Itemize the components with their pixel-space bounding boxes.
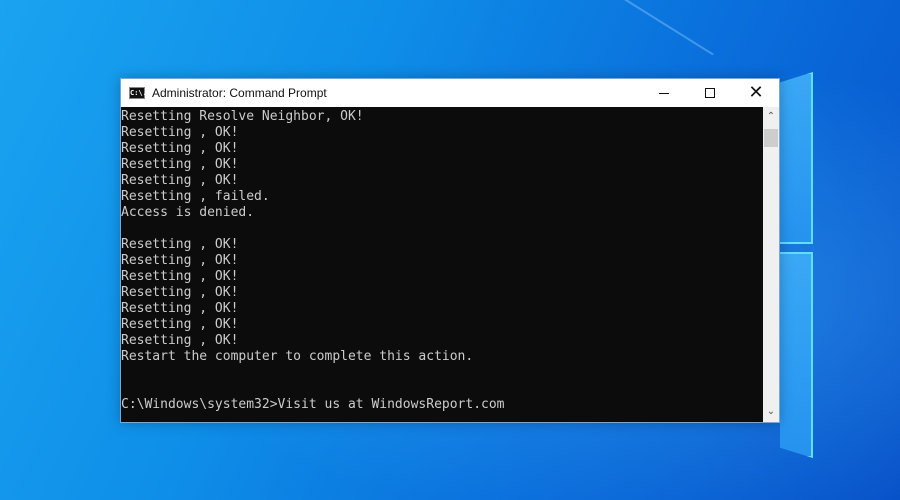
console-line: Resetting , OK! [121,253,239,268]
console-line: Resetting , OK! [121,269,239,284]
light-ray [560,0,714,56]
console-line: Resetting , failed. [121,189,270,204]
windows-logo [780,70,815,462]
console-line: Resetting , OK! [121,301,239,316]
scroll-down-button[interactable]: ⌄ [763,404,779,420]
window-controls: ✕ [641,79,779,107]
command-prompt-window[interactable]: C:\. Administrator: Command Prompt ✕ Res… [120,78,780,423]
console-line: Access is denied. [121,205,255,220]
console-line: Resetting , OK! [121,285,239,300]
window-title: Administrator: Command Prompt [152,86,327,100]
console-line: Resetting Resolve Neighbor, OK! [121,109,364,124]
console-output[interactable]: Resetting Resolve Neighbor, OK! Resetting… [121,107,763,422]
command-prompt-line: C:\Windows\system32>Visit us at WindowsR… [121,397,505,412]
vertical-scrollbar[interactable]: ⌃ ⌄ [763,107,779,422]
console-line: Resetting , OK! [121,237,239,252]
scroll-up-button[interactable]: ⌃ [763,109,779,125]
maximize-button[interactable] [687,79,733,107]
close-button[interactable]: ✕ [733,79,779,107]
minimize-button[interactable] [641,79,687,107]
console-line: Restart the computer to complete this ac… [121,349,474,364]
windows-logo-bottom-pane [780,252,813,458]
scrollbar-thumb[interactable] [764,129,778,147]
cmd-icon[interactable]: C:\. [129,87,147,99]
console-line: Resetting , OK! [121,317,239,332]
windows-logo-top-pane [780,72,813,244]
chevron-up-icon: ⌃ [766,111,776,122]
chevron-down-icon: ⌄ [766,406,776,417]
minimize-icon [659,92,669,94]
close-icon: ✕ [748,82,764,103]
maximize-icon [705,88,715,98]
title-bar[interactable]: C:\. Administrator: Command Prompt ✕ [121,79,779,107]
console-line: Resetting , OK! [121,173,239,188]
console-line: Resetting , OK! [121,333,239,348]
console-line: Resetting , OK! [121,157,239,172]
console-line: Resetting , OK! [121,141,239,156]
console-line: Resetting , OK! [121,125,239,140]
